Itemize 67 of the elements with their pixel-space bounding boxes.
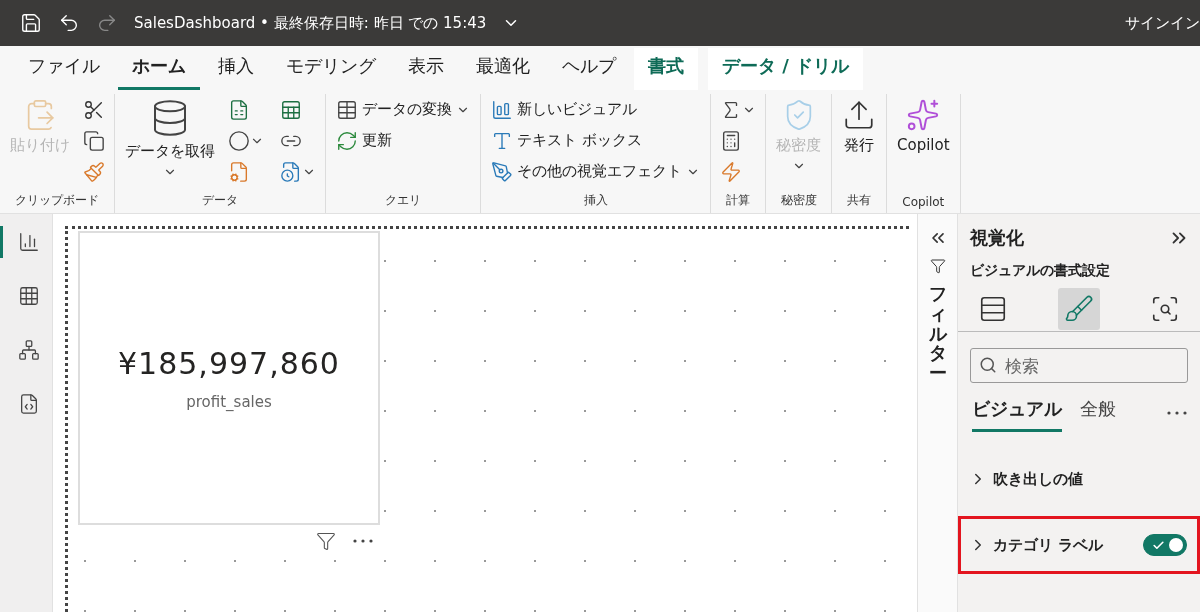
sign-in-link[interactable]: サインイン (1125, 13, 1200, 33)
menu-tab[interactable]: 最適化 (462, 48, 544, 90)
more-options-icon[interactable] (1166, 410, 1188, 416)
section-label: カテゴリ ラベル (993, 535, 1105, 555)
more-options-icon[interactable] (352, 538, 374, 544)
menu-tab[interactable]: 表示 (394, 48, 458, 90)
card-value: ¥185,997,860 (118, 345, 340, 381)
group-label: クエリ (384, 192, 422, 209)
ribbon-button[interactable]: その他の視覚エフェクト (487, 156, 704, 187)
pen-icon (491, 160, 513, 183)
menu-tab[interactable]: ファイル (14, 48, 114, 90)
bar-chart-icon (491, 98, 513, 121)
filters-label[interactable]: フィルター (928, 284, 947, 383)
lightning-icon (720, 160, 742, 183)
sparkles-icon (906, 98, 941, 132)
table-icon (280, 98, 302, 121)
search-field[interactable]: 検索 (970, 348, 1188, 383)
undo-icon[interactable] (58, 12, 80, 34)
redo-icon[interactable] (96, 12, 118, 34)
spreadsheet-icon (228, 98, 250, 121)
menu-tab[interactable]: データ / ドリル (708, 48, 864, 90)
format-tab[interactable]: ビジュアル (972, 397, 1062, 432)
ribbon-button[interactable]: データの変換 (332, 94, 474, 125)
ribbon-button[interactable]: 発行 (838, 94, 880, 159)
save-icon[interactable] (20, 12, 42, 34)
circle-icon (228, 129, 250, 152)
card-label: profit_sales (186, 392, 272, 411)
table-edit-icon (336, 98, 358, 121)
menu-tab[interactable]: ヘルプ (548, 48, 630, 90)
group-label: 秘密度 (779, 192, 818, 209)
menu-tab[interactable]: 挿入 (204, 48, 268, 90)
ribbon-button[interactable]: 新しいビジュアル (487, 94, 704, 125)
window-title: SalesDashboard • 最終保存日時: 昨日 での 15:43 (134, 13, 487, 33)
ribbon-button[interactable]: 更新 (332, 125, 474, 156)
paintbrush-icon (1064, 293, 1094, 324)
refresh-icon (336, 129, 358, 152)
paintbrush-icon (83, 160, 105, 183)
group-label: Copilot (901, 194, 946, 211)
group-label: データ (201, 192, 239, 209)
toggle-switch[interactable] (1143, 534, 1187, 556)
section-label: 吹き出しの値 (993, 469, 1084, 489)
model-icon (18, 339, 40, 361)
filter-icon[interactable] (316, 531, 336, 551)
group-label: クリップボード (14, 192, 100, 209)
check-icon (1152, 538, 1165, 552)
report-icon (18, 231, 40, 253)
group-label: 挿入 (582, 192, 609, 209)
card-visual[interactable]: ¥185,997,860 profit_sales (78, 231, 380, 525)
format-tab[interactable]: 全般 (1080, 397, 1116, 432)
filter-icon (929, 258, 946, 274)
menu-tab[interactable]: 書式 (634, 48, 698, 90)
group-label: 共有 (846, 192, 872, 209)
scissors-icon (83, 98, 105, 121)
group-label: 計算 (725, 192, 751, 209)
ribbon-button[interactable]: データを取得 (121, 94, 219, 183)
format-section[interactable]: カテゴリ ラベル (958, 516, 1200, 574)
ribbon-button[interactable]: テキスト ボックス (487, 125, 704, 156)
table-icon (18, 285, 40, 307)
file-clock-icon (280, 160, 302, 183)
pane-title: 視覚化 (970, 226, 1024, 250)
ribbon-button[interactable]: Copilot (893, 94, 954, 158)
pane-subtitle: ビジュアルの書式設定 (969, 261, 1111, 280)
format-section[interactable]: 吹き出しの値 (958, 450, 1200, 508)
search-icon (979, 356, 997, 374)
menu-tab[interactable]: モデリング (272, 48, 390, 90)
copy-icon (83, 129, 105, 152)
calculator-icon (720, 129, 742, 152)
